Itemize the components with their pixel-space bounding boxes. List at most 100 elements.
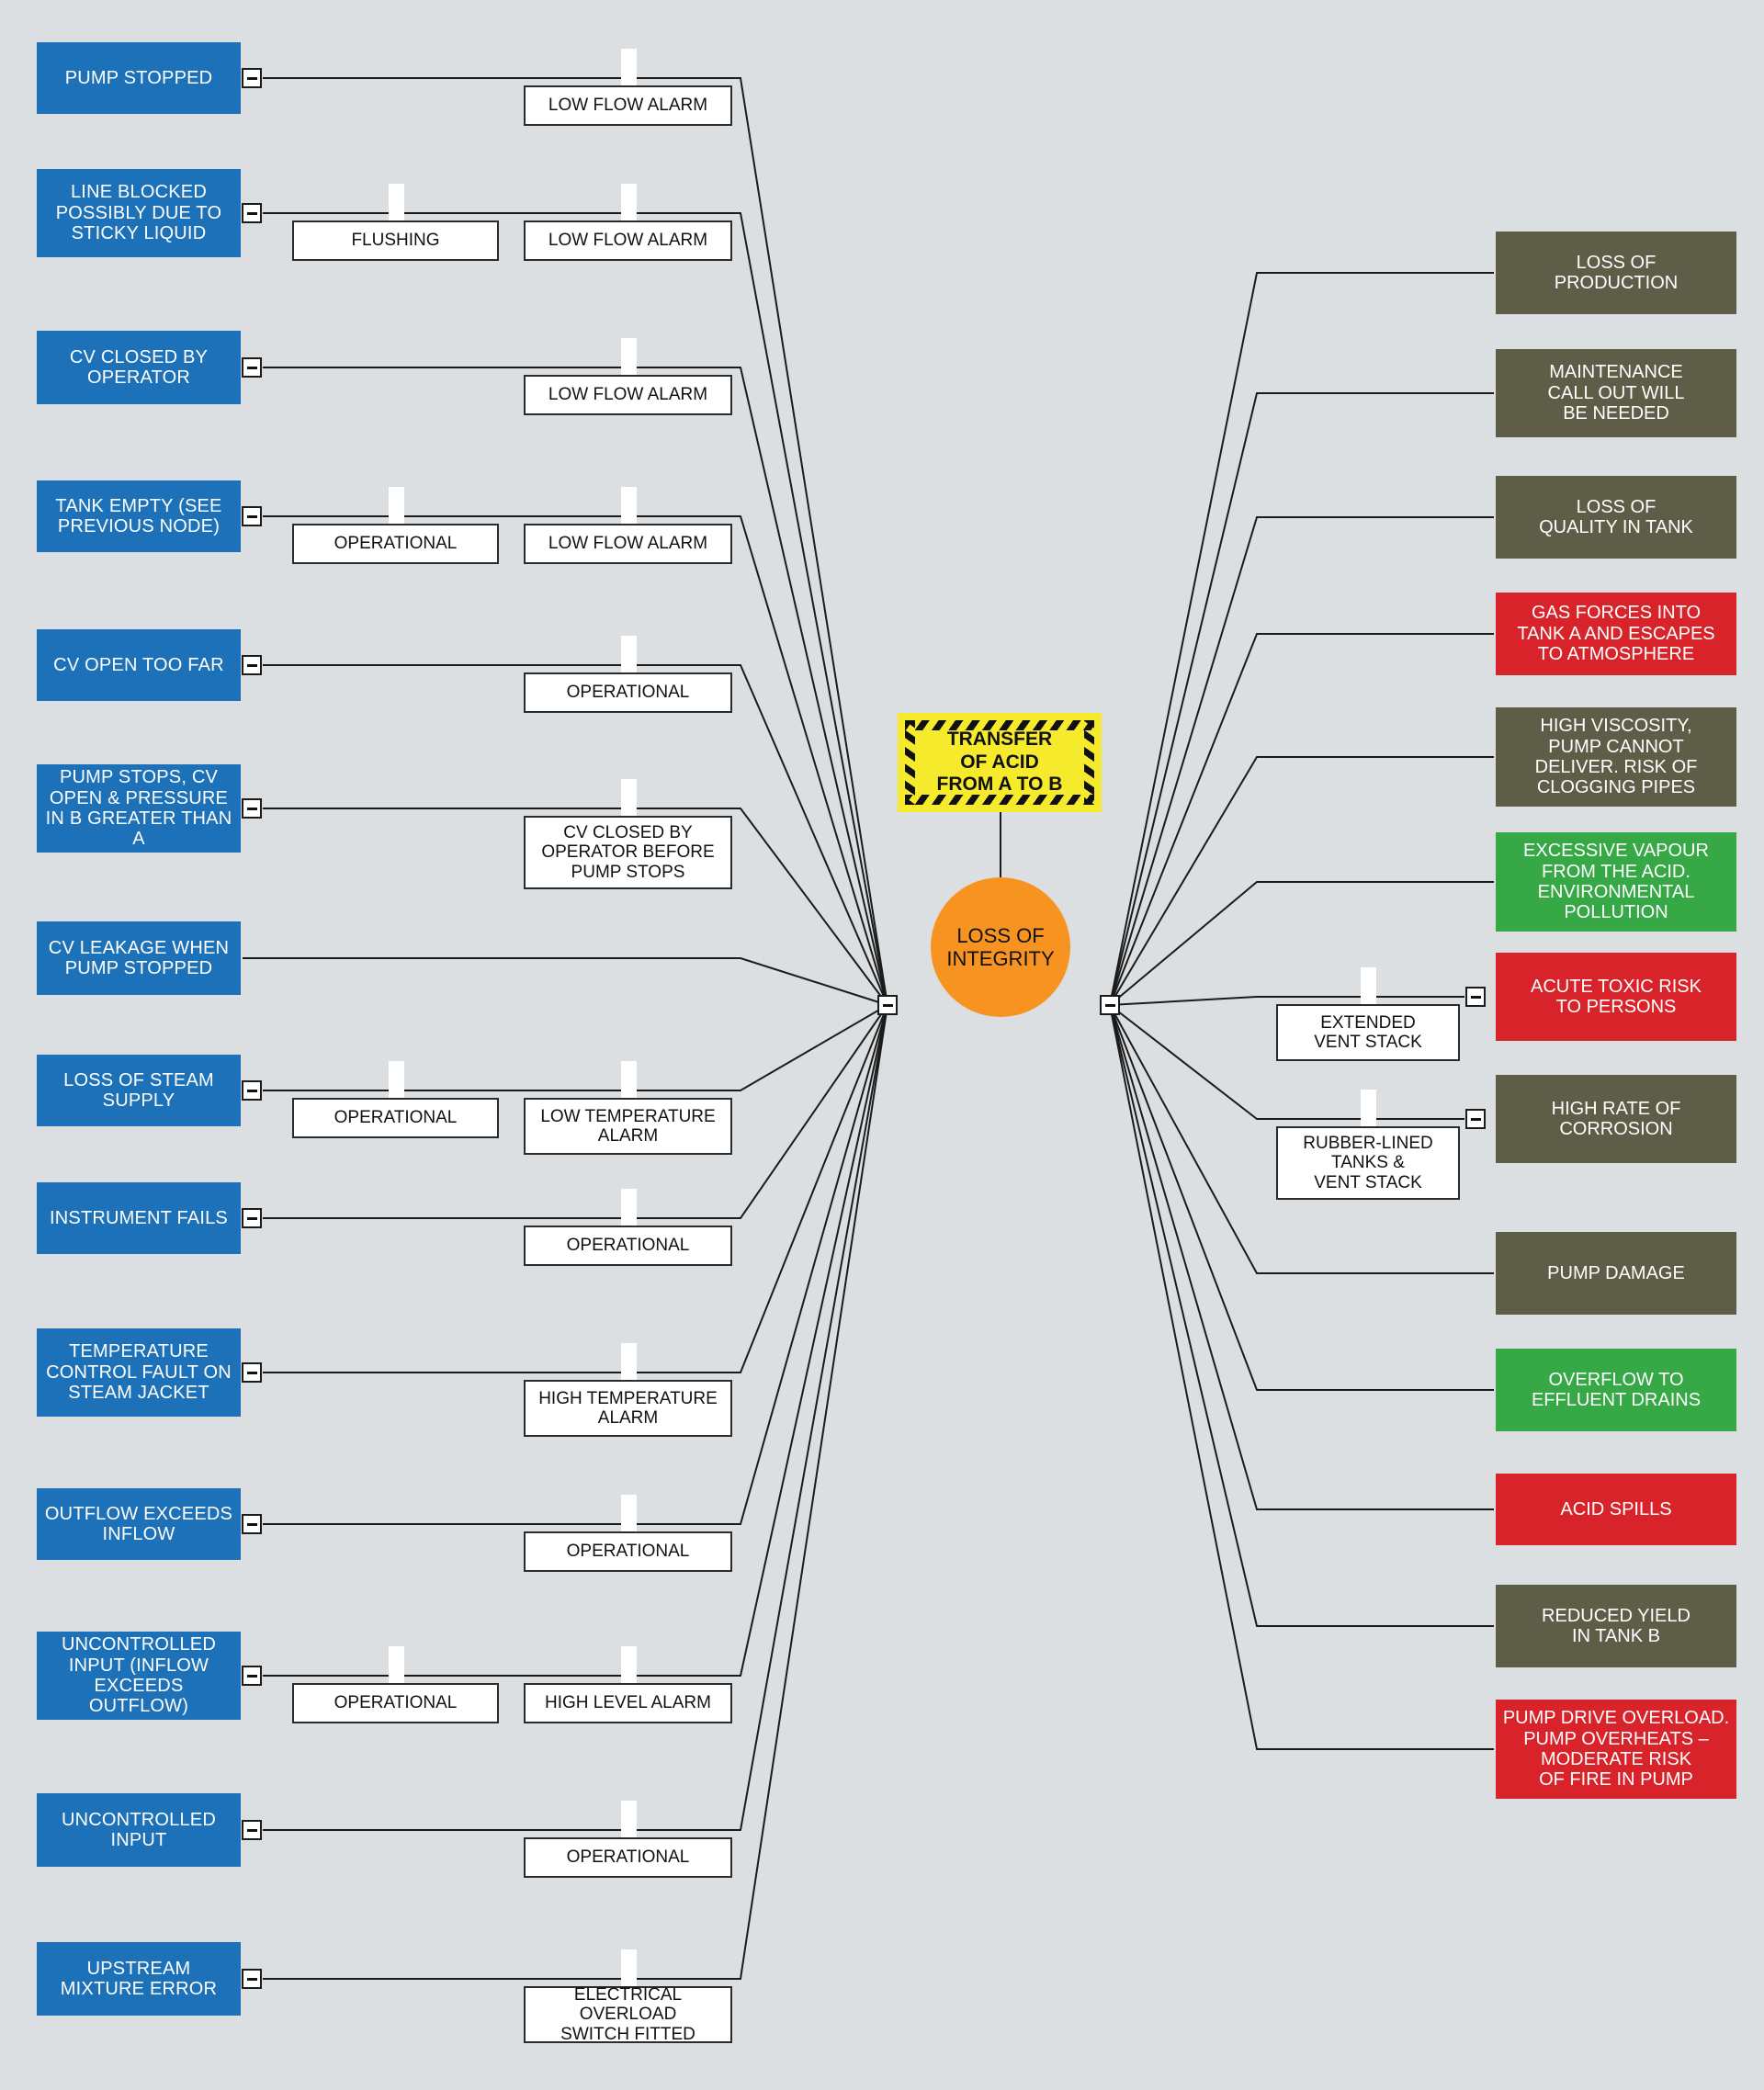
consequence-node-c4[interactable]: GAS FORCES INTO TANK A AND ESCAPES TO ATMO… [1496,593,1736,675]
threat-node-t14[interactable]: UPSTREAM MIXTURE ERROR [37,1942,241,2016]
threat-label: UNCONTROLLED INPUT [62,1809,216,1850]
threat-node-t4[interactable]: TANK EMPTY (SEE PREVIOUS NODE) [37,480,241,552]
threat-minus-badge-t10[interactable] [242,1362,262,1383]
threat-node-t11[interactable]: OUTFLOW EXCEEDS INFLOW [37,1488,241,1560]
threat-node-t6[interactable]: PUMP STOPS, CV OPEN & PRESSURE IN B GREATE… [37,764,241,853]
barrier-label: LOW FLOW ALARM [548,534,708,554]
barrier-label: LOW TEMPERATURE ALARM [540,1106,716,1146]
hazard-node[interactable]: TRANSFER OF ACID FROM A TO B [898,713,1102,812]
threat-node-t1[interactable]: PUMP STOPPED [37,42,241,114]
consequence-label: MAINTENANCE CALL OUT WILL BE NEEDED [1547,362,1685,424]
threat-label: LOSS OF STEAM SUPPLY [63,1069,214,1111]
threat-label: CV LEAKAGE WHEN PUMP STOPPED [48,937,230,978]
consequence-node-c1[interactable]: LOSS OF PRODUCTION [1496,232,1736,314]
threat-node-t12[interactable]: UNCONTROLLED INPUT (INFLOW EXCEEDS OUTFLOW… [37,1632,241,1720]
consequence-node-c12[interactable]: REDUCED YIELD IN TANK B [1496,1585,1736,1667]
barrier-label: OPERATIONAL [566,1236,690,1256]
barrier-tab [620,338,637,375]
barrier-node[interactable]: ELECTRICAL OVERLOAD SWITCH FITTED [524,1985,732,2044]
threat-minus-badge-t1[interactable] [242,68,262,88]
barrier-label: FLUSHING [351,231,440,251]
consequence-node-c6[interactable]: EXCESSIVE VAPOUR FROM THE ACID. ENVIRONMEN… [1496,832,1736,932]
consequence-label: LOSS OF PRODUCTION [1554,252,1679,293]
barrier-label: ELECTRICAL OVERLOAD SWITCH FITTED [560,1985,695,2044]
barrier-tab [620,1801,637,1837]
barrier-node[interactable]: OPERATIONAL [292,524,499,564]
threat-minus-badge-t11[interactable] [242,1514,262,1534]
barrier-node[interactable]: HIGH LEVEL ALARM [524,1683,732,1723]
hazard-label: TRANSFER OF ACID FROM A TO B [936,728,1063,796]
consequence-label: OVERFLOW TO EFFLUENT DRAINS [1531,1369,1702,1410]
consequence-label: EXCESSIVE VAPOUR FROM THE ACID. ENVIRONMEN… [1523,841,1709,923]
threat-node-t8[interactable]: LOSS OF STEAM SUPPLY [37,1055,241,1126]
consequence-node-c5[interactable]: HIGH VISCOSITY, PUMP CANNOT DELIVER. RISK … [1496,707,1736,807]
threat-label: INSTRUMENT FAILS [50,1207,228,1228]
barrier-node[interactable]: OPERATIONAL [292,1098,499,1138]
threat-node-t10[interactable]: TEMPERATURE CONTROL FAULT ON STEAM JACKET [37,1328,241,1417]
consequence-node-c10[interactable]: OVERFLOW TO EFFLUENT DRAINS [1496,1349,1736,1431]
barrier-node[interactable]: LOW FLOW ALARM [524,85,732,126]
consequence-label: PUMP DAMAGE [1547,1262,1685,1283]
barrier-tab [620,487,637,524]
barrier-tab [1361,1090,1376,1126]
threat-minus-badge-t2[interactable] [242,203,262,223]
top-event-left-hub-badge[interactable] [877,995,898,1015]
threat-minus-badge-t9[interactable] [242,1208,262,1228]
top-event-label: LOSS OF INTEGRITY [946,923,1055,970]
threat-minus-badge-t13[interactable] [242,1820,262,1840]
consequence-minus-badge-c7[interactable] [1465,987,1486,1007]
barrier-tab [1361,967,1376,1004]
threat-node-t5[interactable]: CV OPEN TOO FAR [37,629,241,701]
threat-minus-badge-t12[interactable] [242,1666,262,1686]
threat-node-t7[interactable]: CV LEAKAGE WHEN PUMP STOPPED [37,921,241,995]
barrier-node[interactable]: HIGH TEMPERATURE ALARM [524,1380,732,1437]
threat-minus-badge-t4[interactable] [242,506,262,526]
consequence-node-c13[interactable]: PUMP DRIVE OVERLOAD. PUMP OVERHEATS – MODE… [1496,1700,1736,1799]
threat-node-t3[interactable]: CV CLOSED BY OPERATOR [37,331,241,404]
consequence-minus-badge-c8[interactable] [1465,1109,1486,1129]
barrier-node[interactable]: CV CLOSED BY OPERATOR BEFORE PUMP STOPS [524,816,732,889]
barrier-node[interactable]: OPERATIONAL [292,1683,499,1723]
barrier-node[interactable]: LOW FLOW ALARM [524,375,732,415]
threat-minus-badge-t5[interactable] [242,655,262,675]
threat-node-t2[interactable]: LINE BLOCKED POSSIBLY DUE TO STICKY LIQUID [37,169,241,257]
barrier-node[interactable]: RUBBER-LINED TANKS & VENT STACK [1276,1126,1460,1200]
barrier-tab [620,1646,637,1683]
barrier-label: RUBBER-LINED TANKS & VENT STACK [1303,1134,1433,1192]
barrier-label: HIGH LEVEL ALARM [545,1693,711,1713]
consequence-node-c2[interactable]: MAINTENANCE CALL OUT WILL BE NEEDED [1496,349,1736,437]
consequence-node-c11[interactable]: ACID SPILLS [1496,1474,1736,1545]
consequence-node-c9[interactable]: PUMP DAMAGE [1496,1232,1736,1315]
barrier-label: EXTENDED VENT STACK [1314,1012,1422,1052]
barrier-node[interactable]: LOW FLOW ALARM [524,524,732,564]
threat-label: TANK EMPTY (SEE PREVIOUS NODE) [55,495,222,537]
barrier-label: LOW FLOW ALARM [548,231,708,251]
threat-label: UPSTREAM MIXTURE ERROR [60,1958,218,1999]
barrier-node[interactable]: OPERATIONAL [524,1531,732,1572]
consequence-label: ACID SPILLS [1560,1498,1672,1519]
threat-node-t9[interactable]: INSTRUMENT FAILS [37,1182,241,1254]
barrier-tab [620,184,637,220]
threat-node-t13[interactable]: UNCONTROLLED INPUT [37,1793,241,1867]
threat-minus-badge-t6[interactable] [242,798,262,819]
barrier-tab [388,1646,404,1683]
consequence-label: LOSS OF QUALITY IN TANK [1539,496,1693,537]
threat-label: OUTFLOW EXCEEDS INFLOW [44,1503,233,1544]
threat-minus-badge-t8[interactable] [242,1080,262,1101]
consequence-node-c8[interactable]: HIGH RATE OF CORROSION [1496,1075,1736,1163]
threat-minus-badge-t14[interactable] [242,1969,262,1989]
barrier-node[interactable]: EXTENDED VENT STACK [1276,1004,1460,1061]
bowtie-diagram: TRANSFER OF ACID FROM A TO B LOSS OF INT… [0,0,1764,2090]
barrier-node[interactable]: LOW TEMPERATURE ALARM [524,1098,732,1155]
barrier-tab [620,49,637,85]
threat-minus-badge-t3[interactable] [242,357,262,378]
consequence-node-c7[interactable]: ACUTE TOXIC RISK TO PERSONS [1496,953,1736,1041]
consequence-node-c3[interactable]: LOSS OF QUALITY IN TANK [1496,476,1736,559]
top-event-node[interactable]: LOSS OF INTEGRITY [931,877,1070,1017]
barrier-node[interactable]: OPERATIONAL [524,1837,732,1878]
barrier-node[interactable]: OPERATIONAL [524,672,732,713]
barrier-node[interactable]: OPERATIONAL [524,1226,732,1266]
barrier-node[interactable]: LOW FLOW ALARM [524,220,732,261]
barrier-node[interactable]: FLUSHING [292,220,499,261]
top-event-right-hub-badge[interactable] [1100,995,1120,1015]
